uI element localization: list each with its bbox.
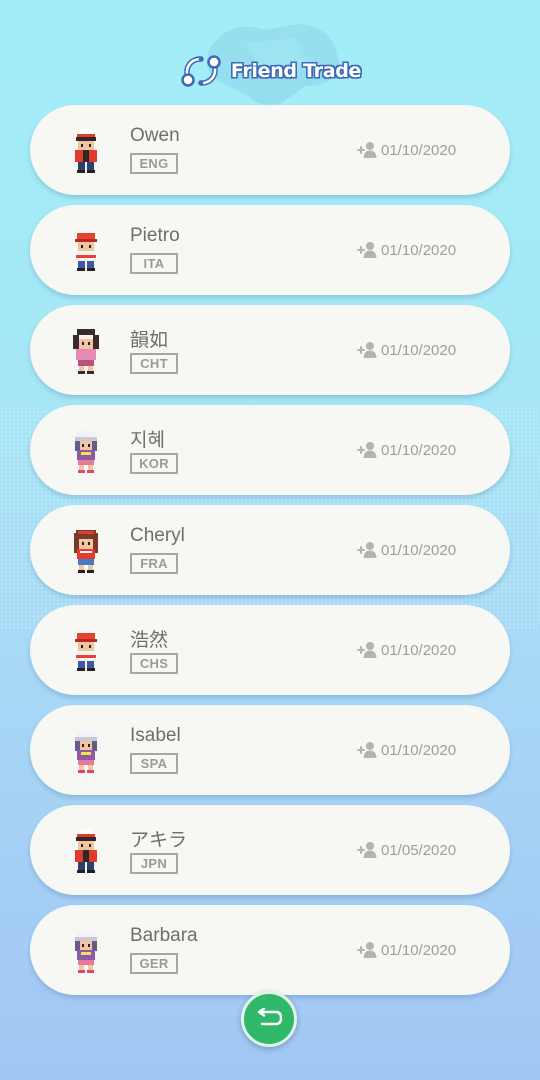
trainer-avatar-icon bbox=[66, 527, 106, 575]
trade-icon bbox=[181, 55, 221, 87]
add-friend-icon bbox=[357, 641, 377, 659]
trainer-name: アキラ bbox=[130, 830, 188, 851]
trade-date: 01/10/2020 bbox=[381, 741, 457, 759]
trainer-name: Pietro bbox=[130, 225, 180, 246]
trade-row[interactable]: 韻如 CHT 01/10/2020 bbox=[30, 305, 510, 395]
trainer-avatar-icon bbox=[66, 127, 106, 175]
trainer-name: 지혜 bbox=[130, 430, 165, 451]
trade-date-group: 01/10/2020 bbox=[357, 141, 456, 159]
add-friend-icon bbox=[357, 841, 377, 859]
trainer-name: Owen bbox=[130, 125, 180, 146]
trade-row[interactable]: 浩然 CHS 01/10/2020 bbox=[30, 605, 510, 695]
language-badge: SPA bbox=[130, 753, 178, 774]
trainer-name: 韻如 bbox=[130, 330, 169, 351]
trainer-avatar-icon bbox=[66, 427, 106, 475]
trainer-avatar-icon bbox=[66, 727, 106, 775]
trade-date-group: 01/10/2020 bbox=[357, 241, 456, 259]
trade-row[interactable]: Isabel SPA 01/10/2020 bbox=[30, 705, 510, 795]
trade-date-group: 01/10/2020 bbox=[357, 541, 456, 559]
add-friend-icon bbox=[357, 341, 377, 359]
language-badge: JPN bbox=[130, 853, 178, 874]
add-friend-icon bbox=[357, 141, 377, 159]
trade-date: 01/05/2020 bbox=[381, 841, 457, 859]
trade-date-group: 01/05/2020 bbox=[357, 841, 456, 859]
return-arrow-icon bbox=[257, 1008, 283, 1026]
trade-date-group: 01/10/2020 bbox=[357, 941, 456, 959]
trade-row[interactable]: 지혜 KOR 01/10/2020 bbox=[30, 405, 510, 495]
trade-date-group: 01/10/2020 bbox=[357, 441, 456, 459]
trainer-name: Isabel bbox=[130, 725, 181, 746]
trade-date-group: 01/10/2020 bbox=[357, 741, 456, 759]
trade-row[interactable]: アキラ JPN 01/05/2020 bbox=[30, 805, 510, 895]
trade-list: Owen ENG 01/10/2020 Pietro ITA 01/10/2020 韻如 CH… bbox=[30, 105, 510, 1005]
trade-date-group: 01/10/2020 bbox=[357, 641, 456, 659]
language-badge: FRA bbox=[130, 553, 178, 574]
trade-date: 01/10/2020 bbox=[381, 641, 457, 659]
trainer-avatar-icon bbox=[66, 927, 106, 975]
trade-date-group: 01/10/2020 bbox=[357, 341, 456, 359]
language-badge: CHS bbox=[130, 653, 178, 674]
trainer-name: 浩然 bbox=[130, 630, 169, 651]
add-friend-icon bbox=[357, 941, 377, 959]
add-friend-icon bbox=[357, 741, 377, 759]
back-button[interactable] bbox=[241, 991, 297, 1047]
page-title: Friend Trade bbox=[230, 60, 362, 82]
trainer-avatar-icon bbox=[66, 227, 106, 275]
trade-date: 01/10/2020 bbox=[381, 441, 457, 459]
trade-date: 01/10/2020 bbox=[381, 541, 457, 559]
add-friend-icon bbox=[357, 441, 377, 459]
language-badge: ITA bbox=[130, 253, 178, 274]
trainer-avatar-icon bbox=[66, 627, 106, 675]
language-badge: ENG bbox=[130, 153, 178, 174]
language-badge: GER bbox=[130, 953, 178, 974]
trade-row[interactable]: Owen ENG 01/10/2020 bbox=[30, 105, 510, 195]
trainer-avatar-icon bbox=[66, 327, 106, 375]
add-friend-icon bbox=[357, 241, 377, 259]
trade-row[interactable]: Cheryl FRA 01/10/2020 bbox=[30, 505, 510, 595]
trade-date: 01/10/2020 bbox=[381, 941, 457, 959]
trade-date: 01/10/2020 bbox=[381, 341, 457, 359]
trade-date: 01/10/2020 bbox=[381, 241, 457, 259]
trade-row[interactable]: Pietro ITA 01/10/2020 bbox=[30, 205, 510, 295]
add-friend-icon bbox=[357, 541, 377, 559]
trainer-name: Cheryl bbox=[130, 525, 185, 546]
trainer-name: Barbara bbox=[130, 925, 198, 946]
trade-row[interactable]: Barbara GER 01/10/2020 bbox=[30, 905, 510, 995]
trainer-avatar-icon bbox=[66, 827, 106, 875]
language-badge: KOR bbox=[130, 453, 178, 474]
header: Friend Trade bbox=[0, 46, 540, 96]
trade-date: 01/10/2020 bbox=[381, 141, 457, 159]
language-badge: CHT bbox=[130, 353, 178, 374]
